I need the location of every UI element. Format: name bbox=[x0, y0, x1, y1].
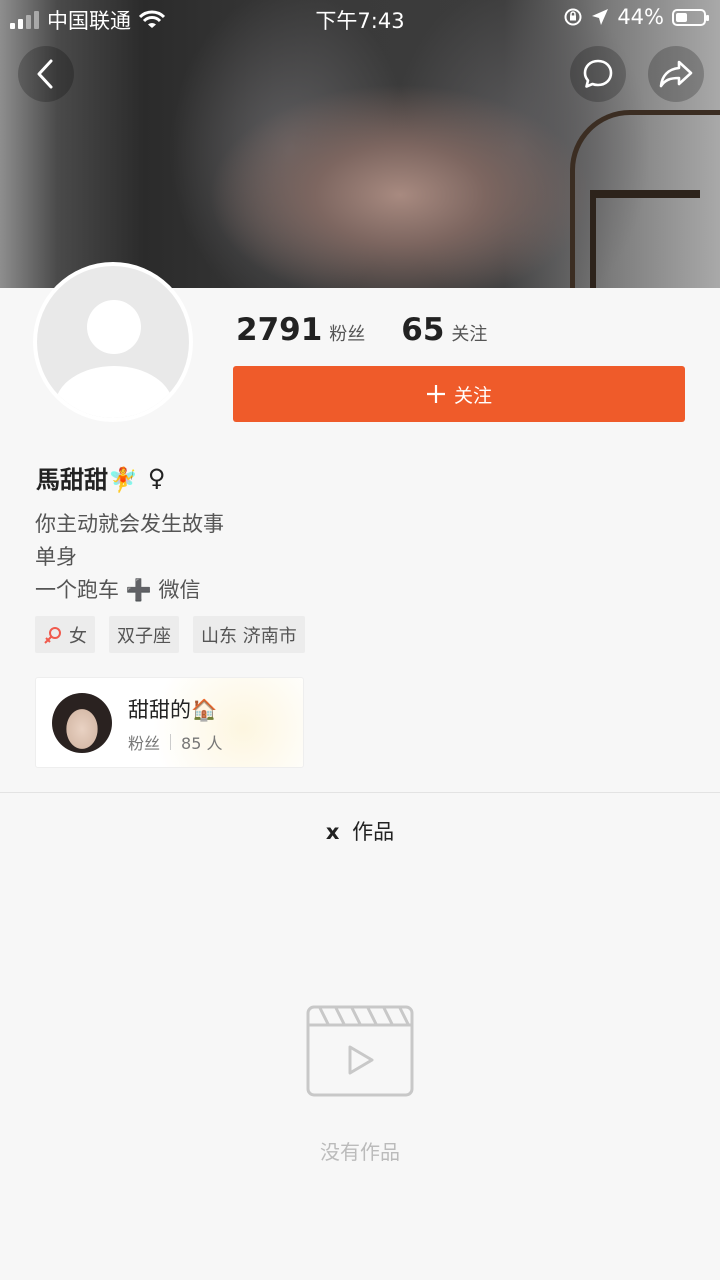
status-bar: 中国联通 下午7:43 44% bbox=[0, 0, 720, 36]
group-fans-label: 粉丝 bbox=[128, 734, 161, 753]
tag-gender-label: 女 bbox=[69, 625, 87, 647]
tab-works[interactable]: x 作品 bbox=[0, 816, 720, 846]
gender-icon: ♀ bbox=[147, 463, 166, 492]
cover-photo-chair-seat bbox=[590, 190, 700, 288]
profile-avatar[interactable] bbox=[33, 262, 193, 422]
follow-button[interactable]: 关注 bbox=[233, 366, 685, 422]
tag-zodiac-label: 双子座 bbox=[117, 625, 171, 647]
tag-location-label: 山东 济南市 bbox=[201, 625, 297, 647]
back-button[interactable] bbox=[18, 46, 74, 102]
profile-tags: 女 双子座 山东 济南市 bbox=[35, 616, 305, 653]
followers-label[interactable]: 粉丝 bbox=[329, 320, 365, 346]
following-label[interactable]: 关注 bbox=[451, 320, 487, 346]
profile-stats: 2791 粉丝 65 关注 bbox=[236, 312, 487, 348]
message-button[interactable] bbox=[570, 46, 626, 102]
following-count[interactable]: 65 bbox=[401, 312, 444, 348]
cover-photo[interactable] bbox=[0, 0, 720, 288]
works-prefix: x bbox=[325, 820, 340, 844]
profile-name: 馬甜甜🧚 bbox=[36, 466, 138, 494]
chat-bubble-icon bbox=[583, 59, 613, 88]
empty-works-text: 没有作品 bbox=[320, 1140, 400, 1164]
plus-icon bbox=[426, 385, 445, 403]
section-divider bbox=[0, 792, 720, 793]
bio-line: 单身 bbox=[35, 545, 77, 569]
profile-bio: 你主动就会发生故事 单身 一个跑车 ➕ 微信 bbox=[35, 508, 224, 607]
location-icon bbox=[592, 9, 609, 25]
video-clapper-icon bbox=[306, 1005, 414, 1097]
female-icon bbox=[44, 626, 61, 644]
battery-percent: 44% bbox=[617, 5, 664, 29]
separator bbox=[170, 734, 172, 750]
bio-line: 一个跑车 ➕ 微信 bbox=[35, 578, 201, 602]
follow-button-label: 关注 bbox=[453, 384, 492, 407]
chevron-left-icon bbox=[37, 59, 53, 89]
followers-count[interactable]: 2791 bbox=[236, 312, 322, 348]
share-button[interactable] bbox=[648, 46, 704, 102]
status-right: 44% bbox=[563, 5, 709, 29]
profile-name-row: 馬甜甜🧚 ♀ bbox=[36, 460, 165, 495]
works-tab-label: 作品 bbox=[352, 820, 395, 844]
default-avatar-icon bbox=[37, 266, 189, 418]
bio-line: 你主动就会发生故事 bbox=[35, 512, 224, 536]
group-meta: 粉丝 85 人 bbox=[128, 730, 222, 754]
rotation-lock-icon bbox=[564, 8, 582, 26]
group-title: 甜甜的🏠 bbox=[128, 698, 218, 722]
fan-group-card[interactable]: 甜甜的🏠 粉丝 85 人 bbox=[35, 677, 304, 768]
battery-icon bbox=[672, 8, 709, 26]
tag-zodiac: 双子座 bbox=[109, 616, 179, 653]
group-avatar bbox=[52, 693, 112, 753]
tag-location: 山东 济南市 bbox=[193, 616, 305, 653]
share-arrow-icon bbox=[659, 60, 693, 88]
tag-gender: 女 bbox=[35, 616, 95, 653]
group-fans-count: 85 人 bbox=[181, 734, 223, 753]
